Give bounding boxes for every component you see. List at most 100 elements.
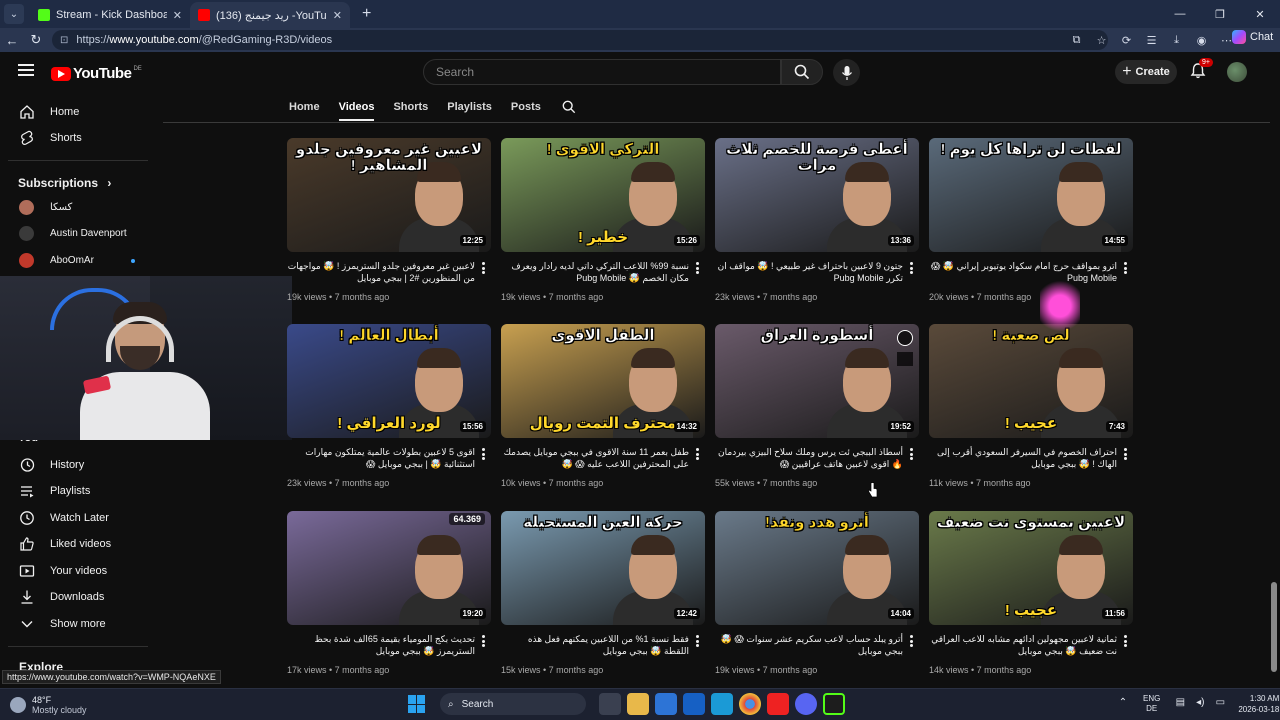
video-thumbnail[interactable]: أسطورة العراق 19:52	[715, 324, 919, 438]
voice-search-button[interactable]	[833, 59, 860, 86]
task-view-icon[interactable]	[599, 693, 621, 715]
more-actions-icon[interactable]	[696, 262, 700, 274]
favorite-star-icon[interactable]: ☆	[1089, 34, 1114, 47]
close-tab-icon[interactable]: ✕	[333, 9, 342, 22]
network-icon[interactable]: ▤	[1173, 697, 1187, 711]
video-thumbnail[interactable]: لقطات لن تراها كل يوم ! 14:55	[929, 138, 1133, 252]
minimize-icon[interactable]: —	[1160, 0, 1200, 28]
video-title[interactable]: جتون 9 لاعبين باحتراف غير طبيعي ! 🤯 مواق…	[715, 260, 903, 286]
battery-icon[interactable]: ▭	[1213, 697, 1227, 711]
channel-search-icon[interactable]	[562, 100, 576, 114]
video-title[interactable]: ثمانية لاعبين مجهولين ادائهم مشابه للاعب…	[929, 633, 1117, 659]
sidebar-item-liked-videos[interactable]: Liked videos	[0, 531, 156, 557]
notifications-button[interactable]: 9+	[1189, 58, 1213, 82]
video-thumbnail[interactable]: حركة العين المستحيلة 12:42	[501, 511, 705, 625]
url-field[interactable]: ⊡ https://www.youtube.com/@RedGaming-R3D…	[52, 30, 1108, 50]
tab-actions-menu-button[interactable]: ⌄	[4, 4, 24, 24]
video-title[interactable]: تحديث بكج المومياء بقيمة 65الف شدة بحظ ا…	[287, 633, 476, 659]
subscription-item[interactable]: كسكا	[0, 195, 156, 221]
video-title[interactable]: اترو بمواقف حرج امام سكواد يوتيوبر إيران…	[929, 260, 1117, 286]
tab-home[interactable]: Home	[289, 93, 320, 121]
sidebar-item-shorts[interactable]: Shorts	[0, 125, 156, 151]
menu-hamburger-icon[interactable]	[18, 64, 34, 76]
site-info-icon[interactable]: ⊡	[60, 35, 68, 46]
more-actions-icon[interactable]	[696, 635, 700, 647]
copilot-chat-button[interactable]: Chat	[1232, 30, 1273, 44]
scrollbar-thumb[interactable]	[1271, 582, 1277, 672]
subscription-item[interactable]: AboOmAr	[0, 248, 156, 274]
browser-tab-kick[interactable]: Stream - Kick Dashboard ✕	[30, 2, 190, 28]
page-scrollbar[interactable]	[1270, 92, 1278, 684]
start-menu-icon[interactable]	[408, 695, 426, 713]
video-title[interactable]: احتراف الخصوم في السيرفر السعودي أقرب إل…	[929, 446, 1117, 472]
sidebar-item-show-more[interactable]: Show more	[0, 611, 156, 637]
discord-icon[interactable]	[795, 693, 817, 715]
video-thumbnail[interactable]: أعطى فرصة للخصم ثلاث مرات 13:36	[715, 138, 919, 252]
more-actions-icon[interactable]	[482, 262, 486, 274]
browser-tab-youtube[interactable]: (136) ريد جيمنج -YouTube - AMING ✕	[190, 2, 350, 28]
tab-playlists[interactable]: Playlists	[447, 93, 492, 121]
tab-shorts[interactable]: Shorts	[393, 93, 428, 121]
sidebar-item-your-videos[interactable]: Your videos	[0, 558, 156, 584]
video-title[interactable]: اقوى 5 لاعبين بطولات عالمية يمتلكون مهار…	[287, 446, 475, 472]
kick-app-icon[interactable]	[823, 693, 845, 715]
video-title[interactable]: طفل بعمر 11 سنة الاقوى في ببجي موبايل يص…	[501, 446, 689, 472]
more-actions-icon[interactable]	[482, 448, 486, 460]
sidebar-item-playlists[interactable]: Playlists	[0, 478, 156, 504]
more-actions-icon[interactable]	[1124, 448, 1128, 460]
video-thumbnail[interactable]: أبطال العالم ! لورد العراقي ! 15:56	[287, 324, 491, 438]
close-window-icon[interactable]: ✕	[1240, 0, 1280, 28]
chevron-up-icon[interactable]: ⌃	[1116, 697, 1130, 711]
account-avatar[interactable]	[1227, 62, 1247, 82]
video-title[interactable]: أسطاذ الببجي ئت يرس وملك سلاح البيزي بير…	[715, 446, 903, 472]
taskbar-search[interactable]: ⌕ Search	[440, 693, 586, 715]
video-thumbnail[interactable]: لاعبين بمستوى نت ضعيف عجيب ! 11:56	[929, 511, 1133, 625]
search-input[interactable]	[424, 60, 780, 84]
sidebar-item-downloads[interactable]: Downloads	[0, 584, 156, 610]
video-title[interactable]: نسبة 99% اللاعب التركي داتي لديه رادار و…	[501, 260, 689, 286]
file-explorer-icon[interactable]	[627, 693, 649, 715]
more-actions-icon[interactable]	[1124, 262, 1128, 274]
reader-icon[interactable]: ⧉	[1064, 34, 1089, 47]
subscription-item[interactable]: Austin Davenport	[0, 221, 156, 247]
video-title[interactable]: فقط نسبة 1% من اللاعبين يمكنهم فعل هذه ا…	[501, 633, 689, 659]
weather-widget[interactable]: 48°F Mostly cloudy	[10, 695, 87, 715]
more-actions-icon[interactable]	[1124, 635, 1128, 647]
reload-icon[interactable]: ↻	[24, 28, 48, 52]
youtube-logo[interactable]: YouTube DE	[51, 65, 142, 82]
video-thumbnail[interactable]: لاعبين غير معروفين جلدو المشاهير ! 12:25	[287, 138, 491, 252]
video-thumbnail[interactable]: التركي الاقوى ! خطير ! 15:26	[501, 138, 705, 252]
extensions-icon[interactable]: ⟳	[1114, 34, 1139, 47]
youtube-app-icon[interactable]	[767, 693, 789, 715]
store-icon[interactable]	[655, 693, 677, 715]
volume-icon[interactable]: ◂)	[1193, 697, 1207, 711]
more-actions-icon[interactable]	[696, 448, 700, 460]
tab-posts[interactable]: Posts	[511, 93, 541, 121]
add-to-queue-icon[interactable]	[897, 352, 913, 366]
create-button[interactable]: + Create	[1115, 60, 1177, 84]
more-actions-icon[interactable]	[910, 448, 914, 460]
downloads-icon[interactable]: ⤓	[1164, 34, 1189, 47]
favorites-icon[interactable]: ☰	[1139, 34, 1164, 47]
profile-icon[interactable]: ◉	[1189, 34, 1214, 47]
more-actions-icon[interactable]	[910, 635, 914, 647]
tab-videos[interactable]: Videos	[338, 93, 374, 121]
back-icon[interactable]: ←	[0, 28, 24, 52]
more-actions-icon[interactable]	[482, 635, 486, 647]
system-clock[interactable]: 1:30 AM 2026-03-18	[1238, 693, 1279, 715]
new-tab-button[interactable]: +	[362, 5, 371, 23]
video-title[interactable]: أترو يبلد حساب لاعب سكريم عشر سنوات 😱 🤯 …	[715, 633, 903, 659]
video-thumbnail[interactable]: 64.369 19:20	[287, 511, 491, 625]
chrome-icon[interactable]	[739, 693, 761, 715]
video-thumbnail[interactable]: أترو هدد ونفذ! 14:04	[715, 511, 919, 625]
search-button[interactable]	[781, 59, 823, 85]
video-title[interactable]: لاعبين غير معروفين جلدو الستريمرز ! 🤯 مو…	[287, 260, 475, 286]
sidebar-item-history[interactable]: History	[0, 452, 156, 478]
edge-icon[interactable]	[711, 693, 733, 715]
video-thumbnail[interactable]: لص صعبة ! عجيب ! 7:43	[929, 324, 1133, 438]
sidebar-item-home[interactable]: Home	[0, 99, 156, 125]
more-actions-icon[interactable]	[910, 262, 914, 274]
sidebar-item-watch-later[interactable]: Watch Later	[0, 505, 156, 531]
video-thumbnail[interactable]: الطفل الاقوى محترف التمت رويال 14:32	[501, 324, 705, 438]
close-tab-icon[interactable]: ✕	[173, 9, 182, 22]
